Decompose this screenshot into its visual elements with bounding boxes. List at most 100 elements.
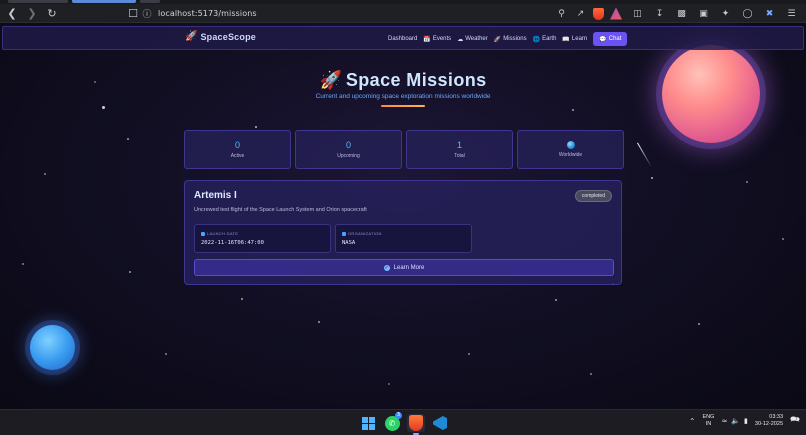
leo-icon[interactable]: ✦ [719,7,732,20]
star [698,323,700,325]
blue-planet [30,325,75,370]
language-indicator[interactable]: ENG IN [703,414,715,428]
star [165,353,167,355]
rocket-icon: 🚀 [319,69,342,91]
share-icon[interactable]: ↗ [574,7,587,20]
nav-link-learn[interactable]: 📖 Learn [562,36,587,43]
rocket-icon: 🚀 [493,36,502,43]
reload-icon[interactable]: ↻ [44,5,60,21]
address-bar[interactable]: ⓘ localhost:5173/missions ⚲ ↗ [140,6,622,21]
system-tray: ⌃ ENG IN ≈ 🔈 ▮ 03:33 30-12-2025 🗪 [689,414,800,428]
notification-icon[interactable]: 🗪 [790,414,800,428]
brave-app[interactable] [407,414,425,435]
language-code: ENG [702,414,715,420]
nav-link-events[interactable]: 📅 Events [423,36,451,43]
zoom-icon[interactable]: ⚲ [555,7,568,20]
site-info-icon[interactable]: ⓘ [140,7,154,20]
page-subtitle: Current and upcoming space exploration m… [315,93,491,100]
stat-card-active: 0 Active [184,130,291,169]
page-viewport: 🚀 SpaceScope Dashboard 📅 Events ☁ Weathe… [0,23,806,409]
brave-rewards-icon[interactable] [610,7,622,20]
brand-logo[interactable]: 🚀 SpaceScope [185,32,256,43]
star [22,263,24,265]
page-title: 🚀 Space Missions [0,70,806,91]
brave-shield-icon[interactable] [593,7,604,20]
calendar-icon [201,231,205,236]
chat-button[interactable]: 💬 Chat [593,32,628,46]
check-circle-icon: ✓ [383,264,390,271]
menu-icon[interactable]: ☰ [785,7,798,20]
nav-link-label: Events [432,36,452,42]
browser-tab-active[interactable] [72,0,136,3]
nav-link-earth[interactable]: 🌐 Earth [533,36,557,43]
star [255,126,257,128]
browser-tab[interactable] [8,0,68,3]
taskbar: ✆ 3 ⌃ ENG IN ≈ 🔈 ▮ 03:33 30-12-2025 🗪 [0,409,806,435]
vscode-app[interactable] [431,414,449,432]
star [318,321,320,323]
clock-time: 03:33 [769,414,784,420]
rewards-badge [617,7,622,12]
extension-icon[interactable]: ✖ [763,7,776,20]
organization-label-text: ORGANIZATION [348,231,382,236]
nav-link-missions[interactable]: 🚀 Missions [494,36,527,43]
stat-label: Total [454,153,465,159]
whatsapp-app[interactable]: ✆ 3 [383,412,402,432]
launch-date-value: 2022-11-16T06:47:00 [201,240,264,246]
building-icon [342,231,346,236]
tray-quick-settings[interactable]: ≈ 🔈 ▮ [721,417,747,425]
star [102,106,105,109]
start-button[interactable] [359,414,377,432]
calendar-icon: 📅 [423,36,431,43]
region-code: IN [705,421,712,427]
nav-link-dashboard[interactable]: Dashboard [388,36,417,42]
star [44,173,46,175]
browser-tab[interactable] [140,0,160,3]
forward-icon[interactable]: ❯ [24,5,40,21]
star [129,271,131,273]
nav-link-label: Dashboard [388,36,418,42]
star [572,109,574,111]
battery-icon: ▮ [744,417,748,425]
mission-card: Artemis I completed Uncrewed test flight… [184,180,622,285]
nav-links: Dashboard 📅 Events ☁ Weather 🚀 Missions … [388,32,628,46]
nav-link-label: Earth [542,36,557,42]
organization-box: ORGANIZATION NASA [335,224,472,253]
star [651,177,653,179]
stat-label: Worldwide [558,152,583,158]
wallet-icon[interactable]: ▣ [697,7,710,20]
nav-link-weather[interactable]: ☁ Weather [457,36,488,43]
stat-label: Upcoming [337,153,360,159]
globe-icon [566,141,575,149]
star [388,383,390,385]
clock-date: 30-12-2025 [754,421,784,427]
back-icon[interactable]: ❮ [4,5,20,21]
clock[interactable]: 03:33 30-12-2025 [755,414,783,428]
vpn-icon[interactable]: ◯ [741,7,754,20]
nav-link-label: Missions [503,36,527,42]
chevron-up-icon[interactable]: ⌃ [689,417,696,426]
address-url[interactable]: localhost:5173/missions [158,9,257,18]
stat-card-total: 1 Total [406,130,513,169]
bookmark-icon[interactable]: ☐ [125,5,141,21]
chat-label: Chat [608,36,622,42]
star [782,238,784,240]
brave-icon [409,415,423,431]
windows-icon [361,416,375,430]
organization-value: NASA [342,240,356,246]
chat-icon: 💬 [599,36,607,43]
shooting-star [637,142,652,168]
nav-link-label: Learn [571,36,588,42]
downloads-icon[interactable]: ↧ [653,7,666,20]
taskbar-apps: ✆ 3 [359,412,449,435]
split-view-icon[interactable]: ▩ [675,7,688,20]
sidebar-icon[interactable]: ◫ [631,7,644,20]
learn-more-button[interactable]: ✓ Learn More [194,259,614,276]
stat-card-worldwide: Worldwide [517,130,624,169]
stat-value: 1 [456,140,462,150]
brand-name: SpaceScope [200,32,256,42]
stats-row: 0 Active 0 Upcoming 1 Total Worldwide [184,130,624,169]
page-title-text: Space Missions [345,70,487,90]
status-badge: completed [574,190,612,202]
star [241,298,243,300]
